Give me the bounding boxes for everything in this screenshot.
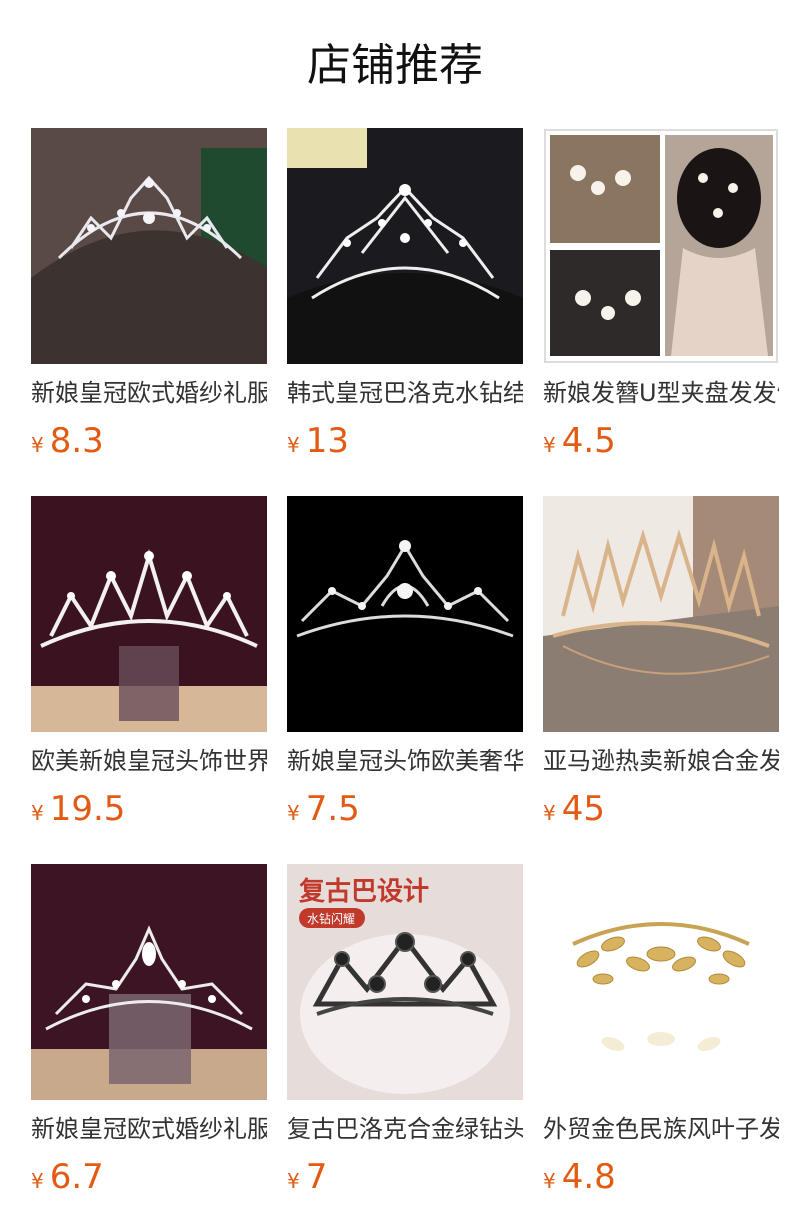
product-price: ¥4.8: [543, 1156, 779, 1198]
product-name[interactable]: 欧美新娘皇冠头饰世界: [31, 744, 267, 778]
product-image[interactable]: [543, 864, 779, 1100]
currency-symbol: ¥: [31, 801, 44, 825]
product-image[interactable]: [543, 128, 779, 364]
product-card[interactable]: 新娘皇冠欧式婚纱礼服 ¥6.7: [31, 864, 267, 1198]
product-image[interactable]: [31, 496, 267, 732]
product-card[interactable]: 欧美新娘皇冠头饰世界 ¥19.5: [31, 496, 267, 830]
product-image[interactable]: [543, 496, 779, 732]
image-heading-text: 复古巴设计: [299, 877, 429, 907]
currency-symbol: ¥: [543, 1169, 556, 1193]
page-title: 店铺推荐: [307, 40, 483, 91]
product-card[interactable]: 新娘皇冠欧式婚纱礼服 ¥8.3: [31, 128, 267, 462]
image-badge-text: 水钻闪耀: [307, 911, 355, 926]
product-price: ¥7: [287, 1156, 523, 1198]
product-name[interactable]: 复古巴洛克合金绿钻头饰: [287, 1112, 523, 1146]
product-image[interactable]: [287, 128, 523, 364]
product-name[interactable]: 新娘皇冠欧式婚纱礼服: [31, 376, 267, 410]
product-price: ¥19.5: [31, 788, 267, 830]
product-card[interactable]: 外贸金色民族风叶子发箍 ¥4.8: [543, 864, 779, 1198]
product-image[interactable]: [287, 496, 523, 732]
currency-symbol: ¥: [543, 801, 556, 825]
price-value: 19.5: [49, 789, 126, 829]
price-value: 4.5: [561, 421, 616, 461]
product-card[interactable]: 亚马逊热卖新娘合金发饰 ¥45: [543, 496, 779, 830]
product-image[interactable]: [31, 864, 267, 1100]
currency-symbol: ¥: [287, 1169, 300, 1193]
currency-symbol: ¥: [31, 1169, 44, 1193]
product-card[interactable]: 韩式皇冠巴洛克水钻结婚 ¥13: [287, 128, 523, 462]
price-value: 13: [305, 421, 349, 461]
price-value: 7: [305, 1157, 328, 1197]
product-price: ¥8.3: [31, 420, 267, 462]
product-price: ¥6.7: [31, 1156, 267, 1198]
product-name[interactable]: 亚马逊热卖新娘合金发饰: [543, 744, 779, 778]
product-price: ¥4.5: [543, 420, 779, 462]
currency-symbol: ¥: [287, 801, 300, 825]
product-image[interactable]: 复古巴设计 水钻闪耀: [287, 864, 523, 1100]
price-value: 45: [561, 789, 605, 829]
currency-symbol: ¥: [287, 433, 300, 457]
price-value: 6.7: [49, 1157, 104, 1197]
product-card[interactable]: 新娘皇冠头饰欧美奢华 ¥7.5: [287, 496, 523, 830]
product-image[interactable]: [31, 128, 267, 364]
product-name[interactable]: 新娘皇冠头饰欧美奢华: [287, 744, 523, 778]
product-price: ¥7.5: [287, 788, 523, 830]
price-value: 7.5: [305, 789, 360, 829]
product-price: ¥45: [543, 788, 779, 830]
product-card[interactable]: 复古巴设计 水钻闪耀 复古巴洛克合金绿钻头饰 ¥7: [287, 864, 523, 1198]
currency-symbol: ¥: [543, 433, 556, 457]
product-name[interactable]: 韩式皇冠巴洛克水钻结婚: [287, 376, 523, 410]
product-price: ¥13: [287, 420, 523, 462]
product-name[interactable]: 新娘发簪U型夹盘发发饰: [543, 376, 779, 410]
currency-symbol: ¥: [31, 433, 44, 457]
price-value: 4.8: [561, 1157, 616, 1197]
product-card[interactable]: 新娘发簪U型夹盘发发饰 ¥4.5: [543, 128, 779, 462]
price-value: 8.3: [49, 421, 104, 461]
product-name[interactable]: 新娘皇冠欧式婚纱礼服: [31, 1112, 267, 1146]
product-name[interactable]: 外贸金色民族风叶子发箍: [543, 1112, 779, 1146]
